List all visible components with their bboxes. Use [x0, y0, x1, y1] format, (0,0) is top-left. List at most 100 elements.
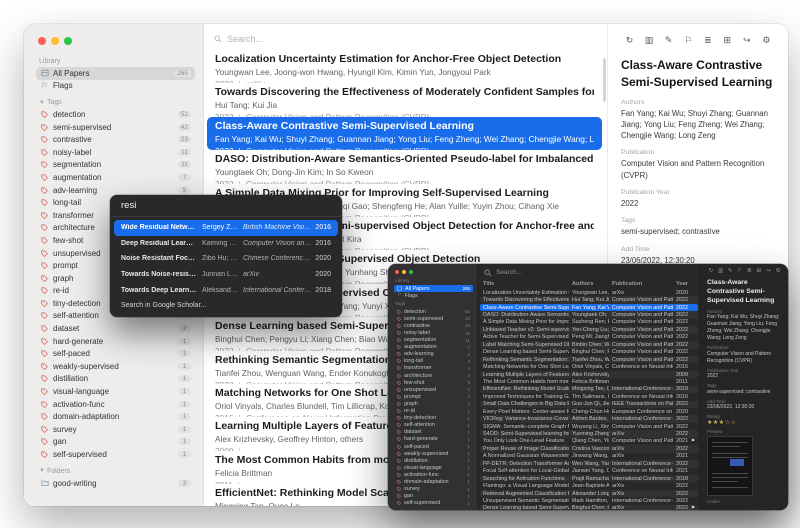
table-view-icon[interactable]: ⊞: [755, 268, 763, 274]
sidebar-item-tag[interactable]: visual-language 1: [394, 464, 473, 471]
sidebar-item-tag[interactable]: augmentation 7: [394, 344, 473, 351]
scrollbar[interactable]: [603, 58, 606, 102]
edit-icon[interactable]: ✎: [662, 35, 675, 46]
sidebar-item-tag[interactable]: distillation 1: [394, 457, 473, 464]
settings-icon[interactable]: ⚙: [760, 35, 773, 46]
search-bar[interactable]: Search...: [478, 264, 700, 279]
table-row[interactable]: VICReg: Variance-Invariance-Covariance R…: [480, 415, 698, 422]
table-row[interactable]: DASO: Distribution-Aware Semantics-Orien…: [480, 311, 698, 318]
paper-list-item[interactable]: Towards Discovering the Effectiveness of…: [207, 83, 602, 116]
sidebar-item-tag[interactable]: noisy-label 11: [394, 329, 473, 336]
sidebar-item-tag[interactable]: survey 1: [36, 423, 195, 436]
sidebar-item-tag[interactable]: self-supervised 1: [36, 448, 195, 461]
table-row[interactable]: Towards Discovering the Effectiveness of…: [480, 296, 698, 303]
sidebar-item-folder[interactable]: good-writing 3: [36, 477, 195, 490]
table-row[interactable]: Improved Techniques for Training GANs Ti…: [480, 393, 698, 400]
sidebar-item-flags[interactable]: ⚐ Flags: [394, 292, 473, 299]
sidebar-item-tag[interactable]: dataset 2: [36, 322, 195, 335]
sidebar-item-tag[interactable]: activation-func 1: [394, 471, 473, 478]
sidebar-item-tag[interactable]: segmentation 11: [394, 337, 473, 344]
sidebar-item-tag[interactable]: long-tail 4: [394, 358, 473, 365]
table-row[interactable]: Dense Learning based Semi-Supervised Obj…: [480, 505, 698, 510]
sidebar-item-tag[interactable]: architecture 3: [394, 372, 473, 379]
sidebar-item-tag[interactable]: augmentation 7: [36, 171, 195, 184]
search-result-row[interactable]: Towards Noise-resistant Object Detecti..…: [114, 267, 338, 283]
table-row[interactable]: The Most Common Habits from more than 20…: [480, 378, 698, 385]
quick-search-input[interactable]: resi: [110, 195, 342, 217]
sidebar-item-flags[interactable]: ⚐ Flags: [36, 80, 195, 93]
table-row[interactable]: Dense Learning based Semi-Supervised Obj…: [480, 349, 698, 356]
search-google-scholar-item[interactable]: Search in Google Scholar...: [114, 298, 338, 313]
sidebar-item-tag[interactable]: domain-adaptation 1: [36, 410, 195, 423]
sidebar-item-tag[interactable]: distillation 1: [36, 373, 195, 386]
sidebar-item-tag[interactable]: self-supervised 1: [394, 500, 473, 507]
settings-icon[interactable]: ⚙: [774, 268, 782, 274]
sidebar-item-tag[interactable]: self-attention 1: [394, 422, 473, 429]
trash-icon[interactable]: ▥: [717, 268, 725, 274]
table-row[interactable]: You Only Look One-Level Feature. Qiang C…: [480, 438, 698, 445]
table-row[interactable]: Retrieval Augmented Classification for L…: [480, 490, 698, 497]
sidebar-item-tag[interactable]: unsupervised 2: [394, 386, 473, 393]
share-icon[interactable]: ↪: [740, 35, 753, 46]
minimize-window-button[interactable]: [51, 37, 59, 45]
table-row[interactable]: Rethinking Semantic Segmentation: A Prot…: [480, 356, 698, 363]
paper-list-item[interactable]: Localization Uncertainty Estimation for …: [207, 50, 602, 83]
sidebar-item-tag[interactable]: visual-language 1: [36, 385, 195, 398]
sidebar-item-tag[interactable]: adv-learning 5: [394, 351, 473, 358]
table-view-icon[interactable]: ⊞: [721, 35, 734, 46]
sidebar-item-all-papers[interactable]: All Papers 265: [394, 285, 473, 292]
table-row[interactable]: Unsupervised Semantic Segmentation by Di…: [480, 497, 698, 504]
search-result-row[interactable]: Wide Residual Networks. Sergey Zag... Br…: [114, 220, 338, 236]
table-row[interactable]: Small Data Challenges in Big Data Era: A…: [480, 401, 698, 408]
sidebar-item-all-papers[interactable]: All Papers 265: [36, 67, 195, 80]
sidebar-item-tag[interactable]: weakly-supervised 1: [394, 450, 473, 457]
table-row[interactable]: Every Pixel Matters: Center-aware Featur…: [480, 408, 698, 415]
close-window-button[interactable]: [38, 37, 46, 45]
sidebar-item-tag[interactable]: re-id 1: [394, 408, 473, 415]
refresh-icon[interactable]: ↻: [623, 35, 636, 46]
search-result-row[interactable]: Noise Resistant Focal Loss for Object D.…: [114, 251, 338, 267]
minimize-window-button[interactable]: [402, 270, 406, 274]
sidebar-item-tag[interactable]: hard-generate 1: [394, 436, 473, 443]
sidebar-item-tag[interactable]: weakly-supervised 1: [36, 360, 195, 373]
column-header-publication[interactable]: Publication: [612, 281, 673, 287]
sidebar-item-tag[interactable]: detection 52: [36, 108, 195, 121]
sidebar-item-tag[interactable]: gan 1: [36, 436, 195, 449]
folders-section-header[interactable]: ▼ Folders: [39, 468, 195, 475]
sidebar-item-tag[interactable]: semi-supervised 42: [36, 121, 195, 134]
rating-stars[interactable]: ★★★☆☆: [707, 419, 782, 426]
sidebar-item-tag[interactable]: prompt 2: [394, 393, 473, 400]
table-row[interactable]: Flamingo: a Visual Language Model for Fe…: [480, 482, 698, 489]
sidebar-item-tag[interactable]: gan 1: [394, 493, 473, 500]
table-row[interactable]: Label Matching Semi-Supervised Object De…: [480, 341, 698, 348]
search-result-row[interactable]: Towards Deep Learning Models Resista... …: [114, 282, 338, 298]
sidebar-item-tag[interactable]: transformer 4: [394, 365, 473, 372]
sidebar-item-tag[interactable]: dataset 2: [394, 429, 473, 436]
search-result-row[interactable]: Deep Residual Learning for Image Reco...…: [114, 236, 338, 252]
table-row[interactable]: S4OD: Semi-Supervised learning for Singl…: [480, 430, 698, 437]
list-view-icon[interactable]: ≣: [745, 268, 753, 274]
sidebar-item-tag[interactable]: graph 2: [394, 400, 473, 407]
paper-list-item[interactable]: DASO: Distribution-Aware Semantics-Orien…: [207, 150, 602, 183]
close-window-button[interactable]: [395, 270, 399, 274]
table-row[interactable]: Searching for Activation Functions. Praj…: [480, 475, 698, 482]
sidebar-item-tag[interactable]: segmentation 11: [36, 159, 195, 172]
share-icon[interactable]: ↪: [764, 268, 772, 274]
table-row[interactable]: A Simple Data Mixing Prior for Improving…: [480, 319, 698, 326]
column-header-title[interactable]: Title: [483, 281, 569, 287]
table-row[interactable]: Focal Self-attention for Local-Global In…: [480, 468, 698, 475]
sidebar-item-tag[interactable]: contrastive 23: [394, 322, 473, 329]
sidebar-item-tag[interactable]: activation-func 1: [36, 398, 195, 411]
column-header-authors[interactable]: Authors: [572, 281, 609, 287]
sidebar-item-tag[interactable]: detection 52: [394, 308, 473, 315]
sidebar-item-tag[interactable]: tiny-detection 1: [394, 415, 473, 422]
table-row[interactable]: FP-DETR: Detection Transformer Advanced …: [480, 460, 698, 467]
table-row[interactable]: Unbiased Teacher v2: Semi-supervised Obj…: [480, 326, 698, 333]
paper-list-item[interactable]: Class-Aware Contrastive Semi-Supervised …: [207, 117, 602, 150]
table-row[interactable]: Localization Uncertainty Estimation for …: [480, 289, 698, 296]
search-bar[interactable]: Search...: [214, 30, 597, 48]
tags-section-header[interactable]: ▼ Tags: [39, 99, 195, 106]
column-header-year[interactable]: Year: [676, 281, 689, 287]
table-row[interactable]: Learning Multiple Layers of Features fro…: [480, 371, 698, 378]
refresh-icon[interactable]: ↻: [707, 268, 715, 274]
